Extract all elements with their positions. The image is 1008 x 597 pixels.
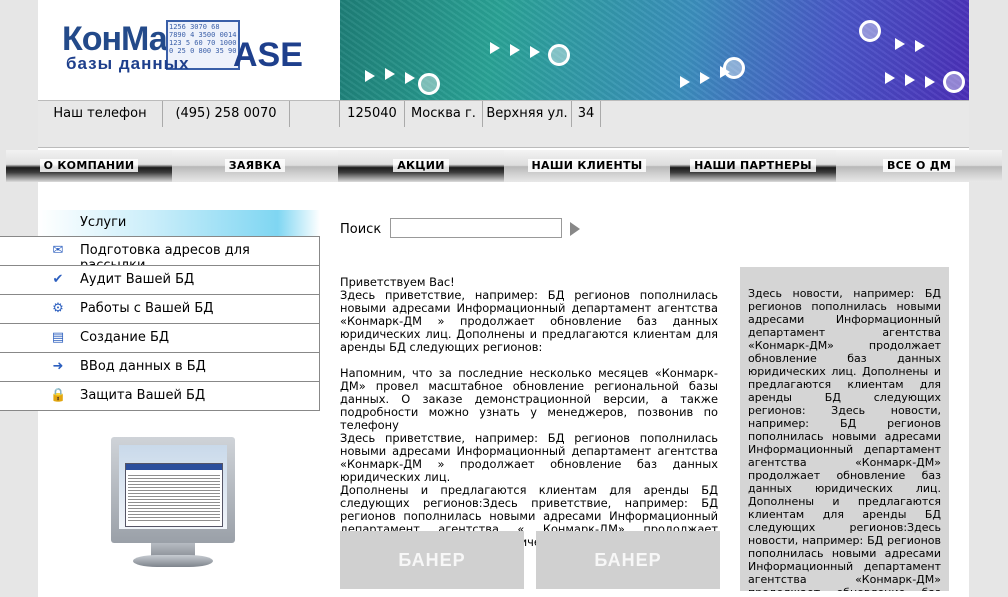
monitor-frame [111,437,235,543]
services-title: Услуги [80,215,127,230]
phone-label: Наш телефон [38,101,163,127]
logo-subtitle: базы данных [66,54,190,73]
reminder-paragraph: Напомним, что за последние несколько мес… [340,366,718,432]
banner-circle-icon [943,71,965,93]
search-submit-arrow-icon[interactable] [570,222,580,236]
banner-arrow-icon [700,72,710,84]
banner-circle-icon [418,73,440,95]
banner-arrow-icon [915,40,925,52]
news-panel: Здесь новости, например: БД регионов поп… [740,267,949,591]
contact-bar: Наш телефон (495) 258 0070 125040 Москва… [38,100,969,128]
checkmark-icon: ✔ [52,272,64,287]
sidebar-item-data-entry[interactable]: ➜ ВВод данных в БД [0,352,320,381]
nav-item-about[interactable]: О КОМПАНИИ [6,150,172,182]
sidebar-item-label: Создание БД [80,330,170,345]
nav-label: НАШИ КЛИЕНТЫ [527,159,647,172]
banner-arrow-icon [530,46,540,58]
banner-circle-icon [548,44,570,66]
monitor-window-content [128,473,220,523]
lock-icon: 🔒 [50,388,67,403]
page: КонМарк 1256 3070 68 7890 4 3500 0014 12… [0,0,1002,597]
nav-label: ВСЕ О ДМ [882,159,956,172]
services-header: Услуги [38,210,320,236]
header-banner-image [340,0,969,100]
gears-icon: ⚙ [52,301,64,316]
sidebar-item-db-work[interactable]: ⚙ Работы с Вашей БД [0,294,320,323]
nav-item-partners[interactable]: НАШИ ПАРТНЕРЫ [670,150,836,182]
logo-base-text: ASE [233,36,303,74]
services-list: ✉ Подготовка адресов для рассылки ✔ Ауди… [0,236,320,411]
arrow-right-icon: ➜ [52,359,64,374]
nav-item-promotions[interactable]: АКЦИИ [338,150,504,182]
nav-label: НАШИ ПАРТНЕРЫ [690,159,816,172]
sidebar-item-label: Работы с Вашей БД [80,301,214,316]
banner-arrow-icon [510,44,520,56]
postal-code: 125040 [340,101,405,127]
sidebar-item-label: ВВод данных в БД [80,359,206,374]
nav-item-about-dm[interactable]: ВСЕ О ДМ [836,150,1002,182]
welcome-paragraph: Здесь приветствие, например: БД регионов… [340,288,718,354]
sidebar-item-mailing-addresses[interactable]: ✉ Подготовка адресов для рассылки [0,236,320,273]
banner-arrow-icon [885,72,895,84]
logo[interactable]: КонМарк 1256 3070 68 7890 4 3500 0014 12… [38,0,340,100]
monitor-screen [119,445,227,529]
main-nav: О КОМПАНИИ ЗАЯВКА АКЦИИ НАШИ КЛИЕНТЫ НАШ… [6,150,1006,184]
nav-item-request[interactable]: ЗАЯВКА [172,150,338,182]
monitor-app-window [125,463,223,527]
banner-arrow-icon [925,76,935,88]
monitor-image [111,437,235,571]
banner-placeholder-1[interactable]: БАНЕР [340,531,524,589]
banner-arrow-icon [490,42,500,54]
banner-arrow-icon [905,74,915,86]
banner-arrow-icon [895,38,905,50]
house-number: 34 [572,101,601,127]
sidebar-item-db-creation[interactable]: ▤ Создание БД [0,323,320,352]
news-text: Здесь новости, например: БД регионов поп… [748,287,941,591]
sidebar-item-db-audit[interactable]: ✔ Аудит Вашей БД [0,265,320,294]
monitor-base [133,555,213,567]
nav-label: АКЦИИ [393,159,449,172]
envelope-icon: ✉ [52,243,64,258]
search-label: Поиск [340,222,382,237]
street: Верхняя ул. [483,101,572,127]
nav-label: О КОМПАНИИ [39,159,139,172]
welcome-paragraph-repeat: Здесь приветствие, например: БД регионов… [340,431,718,484]
header-divider [38,127,969,148]
nav-item-clients[interactable]: НАШИ КЛИЕНТЫ [504,150,670,182]
contact-spacer [290,101,340,127]
search-input[interactable] [390,218,562,238]
welcome-text: Приветствуем Вас! Здесь приветствие, нап… [340,276,718,549]
banner-arrow-icon [365,70,375,82]
phone-number: (495) 258 0070 [163,101,290,127]
database-blocks-icon: ▤ [51,330,65,345]
monitor-window-titlebar [126,464,222,470]
banner-circle-icon [723,57,745,79]
sidebar-item-db-protection[interactable]: 🔒 Защита Вашей БД [0,381,320,411]
city: Москва г. [405,101,483,127]
banner-arrow-icon [680,76,690,88]
sidebar-item-label: Защита Вашей БД [80,388,206,403]
sidebar-item-label: Аудит Вашей БД [80,272,195,287]
banner-circle-icon [859,20,881,42]
banner-arrow-icon [405,72,415,84]
nav-label: ЗАЯВКА [224,159,286,172]
banner-placeholder-2[interactable]: БАНЕР [536,531,720,589]
banner-arrow-icon [385,68,395,80]
